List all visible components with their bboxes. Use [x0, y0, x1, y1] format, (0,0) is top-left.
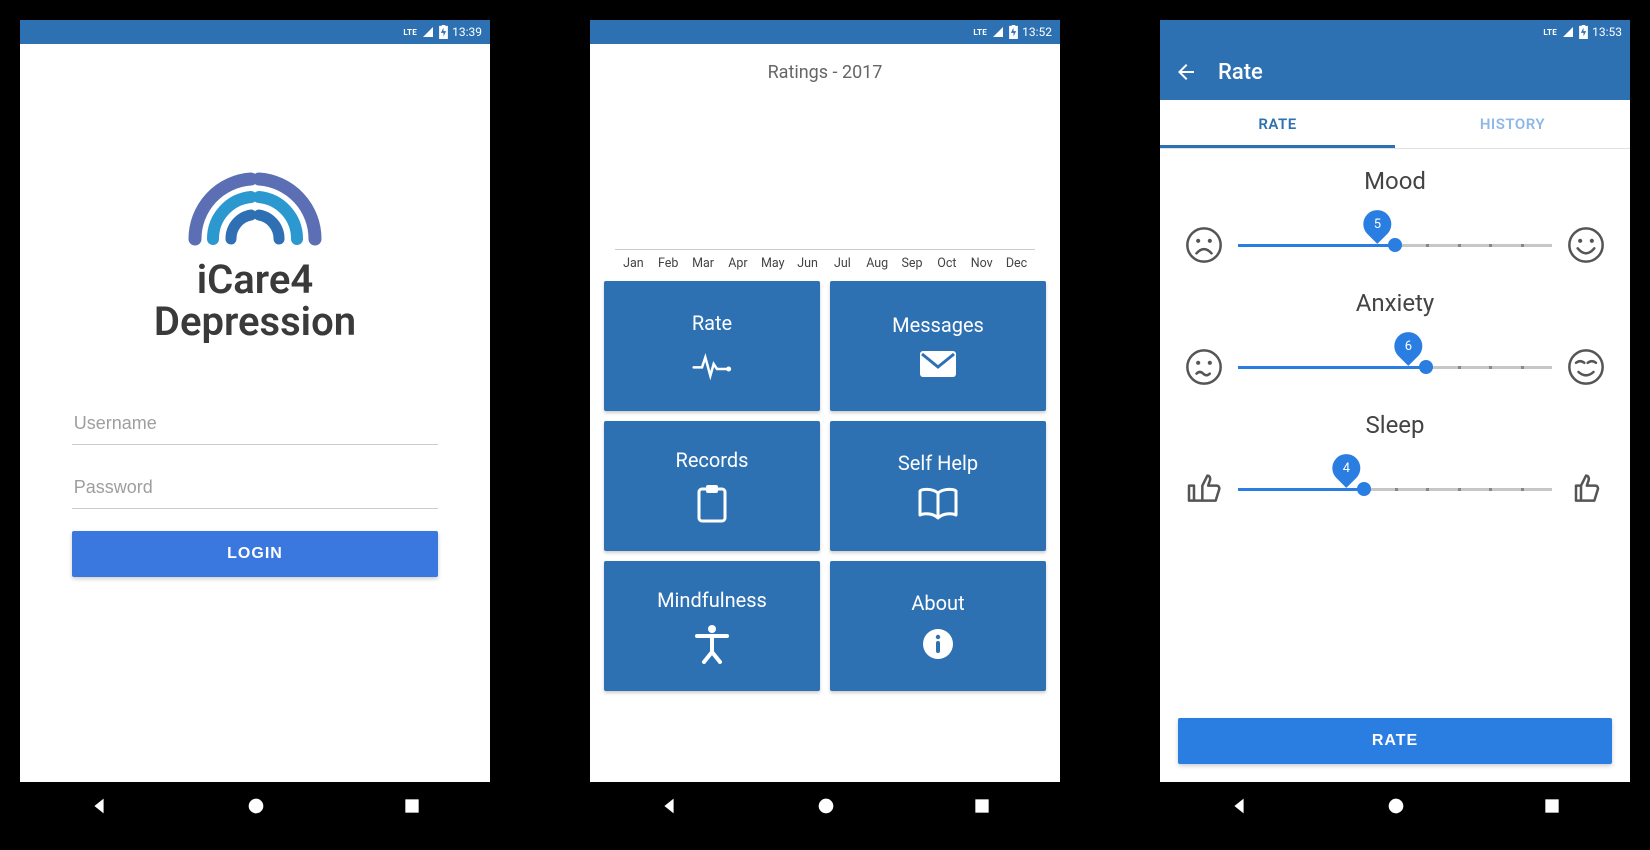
- worried-face-icon: [1184, 347, 1224, 387]
- status-bar: LTE 13:52: [590, 20, 1060, 44]
- home-tile-grid: Rate Messages Records Self Help Mindfuln…: [600, 271, 1050, 691]
- signal-icon: [421, 26, 435, 38]
- chart-month-label: Apr: [721, 256, 754, 271]
- chart-month-label: May: [756, 256, 789, 271]
- phone-login: LTE 13:39 iCare4 Depression: [20, 20, 490, 830]
- slider-label: Mood: [1364, 167, 1426, 195]
- nav-home-icon[interactable]: [1385, 795, 1407, 817]
- tab-rate[interactable]: RATE: [1160, 100, 1395, 148]
- network-indicator-icon: LTE: [1543, 28, 1557, 37]
- accessibility-icon: [695, 624, 729, 664]
- thumbs-up-icon: [1566, 469, 1606, 509]
- clock: 13:39: [452, 25, 482, 39]
- network-indicator-icon: LTE: [973, 28, 987, 37]
- envelope-icon: [918, 349, 958, 379]
- nav-home-icon[interactable]: [815, 795, 837, 817]
- network-indicator-icon: LTE: [403, 28, 417, 37]
- status-bar: LTE 13:39: [20, 20, 490, 44]
- pulse-icon: [692, 347, 732, 381]
- calm-face-icon: [1566, 347, 1606, 387]
- chart-month-label: Oct: [930, 256, 963, 271]
- rate-screen: Mood 5 Anxiety 6 Sleep 4 RATE: [1160, 149, 1630, 782]
- slider-block: Mood 5: [1184, 167, 1606, 265]
- android-nav-bar: [1160, 782, 1630, 830]
- phone-rate: LTE 13:53 Rate RATE HISTORY Mood 5 Anxiety…: [1160, 20, 1630, 830]
- app-logo: iCare4 Depression: [154, 154, 356, 343]
- slider-label: Anxiety: [1356, 289, 1435, 317]
- tile-label: Mindfulness: [657, 588, 767, 612]
- tile-about[interactable]: About: [830, 561, 1046, 691]
- nav-recents-icon[interactable]: [402, 796, 422, 816]
- sad-face-icon: [1184, 225, 1224, 265]
- tile-mindfulness[interactable]: Mindfulness: [604, 561, 820, 691]
- nav-recents-icon[interactable]: [1542, 796, 1562, 816]
- app-title: iCare4 Depression: [154, 259, 356, 343]
- chart-title: Ratings - 2017: [600, 62, 1050, 83]
- happy-face-icon: [1566, 225, 1606, 265]
- tile-label: Rate: [692, 311, 732, 335]
- slider-block: Anxiety 6: [1184, 289, 1606, 387]
- tile-self-help[interactable]: Self Help: [830, 421, 1046, 551]
- battery-charging-icon: [439, 25, 448, 39]
- slider-block: Sleep 4: [1184, 411, 1606, 509]
- chart-month-label: Sep: [896, 256, 929, 271]
- login-form: LOGIN: [72, 403, 439, 577]
- tile-rate[interactable]: Rate: [604, 281, 820, 411]
- book-open-icon: [917, 487, 959, 521]
- home-screen: Ratings - 2017 JanFebMarAprMayJunJulAugS…: [590, 44, 1060, 782]
- chart-month-label: Jul: [826, 256, 859, 271]
- thumbs-down-icon: [1184, 469, 1224, 509]
- clock: 13:53: [1592, 25, 1622, 39]
- info-icon: [921, 627, 955, 661]
- tile-records[interactable]: Records: [604, 421, 820, 551]
- logo-icon: [185, 154, 325, 249]
- nav-home-icon[interactable]: [245, 795, 267, 817]
- chart-month-label: Jan: [617, 256, 650, 271]
- signal-icon: [1561, 26, 1575, 38]
- back-arrow-icon[interactable]: [1174, 60, 1198, 84]
- tile-label: Self Help: [898, 451, 978, 475]
- rate-button[interactable]: RATE: [1178, 718, 1612, 764]
- tile-label: About: [911, 591, 964, 615]
- battery-charging-icon: [1579, 25, 1588, 39]
- nav-recents-icon[interactable]: [972, 796, 992, 816]
- chart-month-label: Dec: [1000, 256, 1033, 271]
- tile-messages[interactable]: Messages: [830, 281, 1046, 411]
- tile-label: Messages: [892, 313, 984, 337]
- nav-back-icon[interactable]: [1228, 795, 1250, 817]
- android-nav-bar: [20, 782, 490, 830]
- slider-label: Sleep: [1365, 411, 1424, 439]
- chart-month-label: Mar: [687, 256, 720, 271]
- nav-back-icon[interactable]: [88, 795, 110, 817]
- clock: 13:52: [1022, 25, 1052, 39]
- nav-back-icon[interactable]: [658, 795, 680, 817]
- signal-icon: [991, 26, 1005, 38]
- slider[interactable]: 4: [1238, 474, 1552, 504]
- battery-charging-icon: [1009, 25, 1018, 39]
- android-nav-bar: [590, 782, 1060, 830]
- tile-label: Records: [676, 448, 749, 472]
- tab-bar: RATE HISTORY: [1160, 100, 1630, 149]
- ratings-chart: JanFebMarAprMayJunJulAugSepOctNovDec: [600, 91, 1050, 271]
- clipboard-icon: [696, 484, 728, 524]
- chart-month-label: Feb: [652, 256, 685, 271]
- app-bar: Rate: [1160, 44, 1630, 100]
- login-button[interactable]: LOGIN: [72, 531, 439, 577]
- slider-list: Mood 5 Anxiety 6 Sleep 4: [1160, 149, 1630, 710]
- phone-home: LTE 13:52 Ratings - 2017 JanFebMarAprMay…: [590, 20, 1060, 830]
- page-title: Rate: [1218, 60, 1263, 85]
- tab-history[interactable]: HISTORY: [1395, 100, 1630, 148]
- chart-month-label: Aug: [861, 256, 894, 271]
- chart-month-label: Nov: [965, 256, 998, 271]
- password-input[interactable]: [72, 467, 439, 509]
- slider[interactable]: 6: [1238, 352, 1552, 382]
- login-screen: iCare4 Depression LOGIN: [20, 44, 490, 782]
- username-input[interactable]: [72, 403, 439, 445]
- chart-month-label: Jun: [791, 256, 824, 271]
- status-bar: LTE 13:53: [1160, 20, 1630, 44]
- slider[interactable]: 5: [1238, 230, 1552, 260]
